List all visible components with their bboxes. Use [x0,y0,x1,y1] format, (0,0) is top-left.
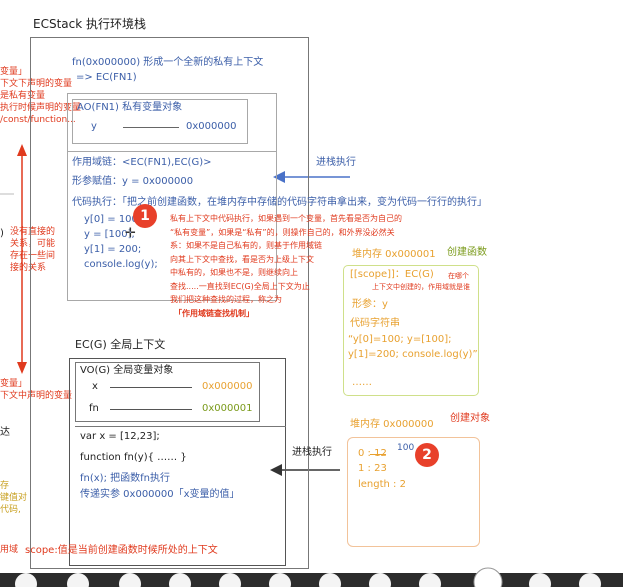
heap-fn-code: “y[0]=100; y=[100]; y[1]=200; console.lo… [348,334,478,360]
cursor-icon: ✛ [125,226,136,241]
push-label-1: 进栈执行 [316,157,356,168]
scope-chain: 作用域链：<EC(FN1),EC(G)> [72,157,212,168]
heap-obj-length: length : 2 [358,479,406,490]
fn-context-title: fn(0x000000) 形成一个全新的私有上下文 [72,57,264,68]
heap-fn-label: 创建函数 [447,247,487,258]
param-assign: 形参赋值：y = 0x000000 [72,176,194,187]
vo-x-value: 0x000000 [202,381,253,392]
heap-fn-scope: [[scope]]：EC(G) [350,269,434,280]
scope-note: scope:值是当前创建函数时候所处的上下文 [25,545,218,556]
vo-fn-link [110,409,192,410]
ao-title: AO(FN1) 私有变量对象 [77,102,183,113]
vo-var-x: x [92,381,98,392]
step-badge-1: 1 [133,204,157,228]
arrow-up-icon [17,144,27,156]
global-code-1: var x = [12,23]; [80,431,160,442]
global-pass: 传递实参 0x000000「x变量的值」 [80,489,240,500]
ao-link-line [123,127,179,128]
heap-fn-param: 形参：y [352,299,388,310]
global-code-3: fn(x); 把函数fn执行 [80,473,170,484]
heap-obj-row0-new: 100 [397,443,415,453]
heap-fn-scope-note-1: 在哪个 [448,272,469,280]
global-code-2: function fn(y){ …… } [80,452,187,463]
heap-obj-title: 堆内存 0x000000 [350,419,434,430]
global-title: EC(G) 全局上下文 [75,338,166,351]
vo-fn-value: 0x000001 [202,403,253,414]
vo-x-link [110,387,192,388]
heap-fn-title: 堆内存 0x000001 [352,249,436,260]
ao-var-y: y [91,121,97,132]
push-label-2: 进栈执行 [292,447,332,458]
arrow-down-icon [17,362,27,374]
exec-label: 代码执行：「把之前创建函数，在堆内存中存储的代码字符串拿出来，变为代码一行行的执… [72,197,487,208]
heap-fn-ellipsis: …… [352,377,372,388]
heap-fn-scope-note-2: 上下文中创建的，作用域就是谁 [372,283,470,291]
heap-obj-label: 创建对象 [450,413,490,424]
heap-obj-row1: 1 : 23 [358,463,387,474]
vo-var-fn: fn [89,403,99,414]
strike-line [370,454,386,455]
divider [75,426,286,427]
step-badge-2: 2 [415,443,439,467]
fn-context-push: => EC(FN1) [76,72,137,83]
divider [67,151,277,152]
vo-title: VO(G) 全局变量对象 [80,365,174,376]
heap-fn-code-title: 代码字符串 [350,318,400,329]
ao-value: 0x000000 [186,121,237,132]
